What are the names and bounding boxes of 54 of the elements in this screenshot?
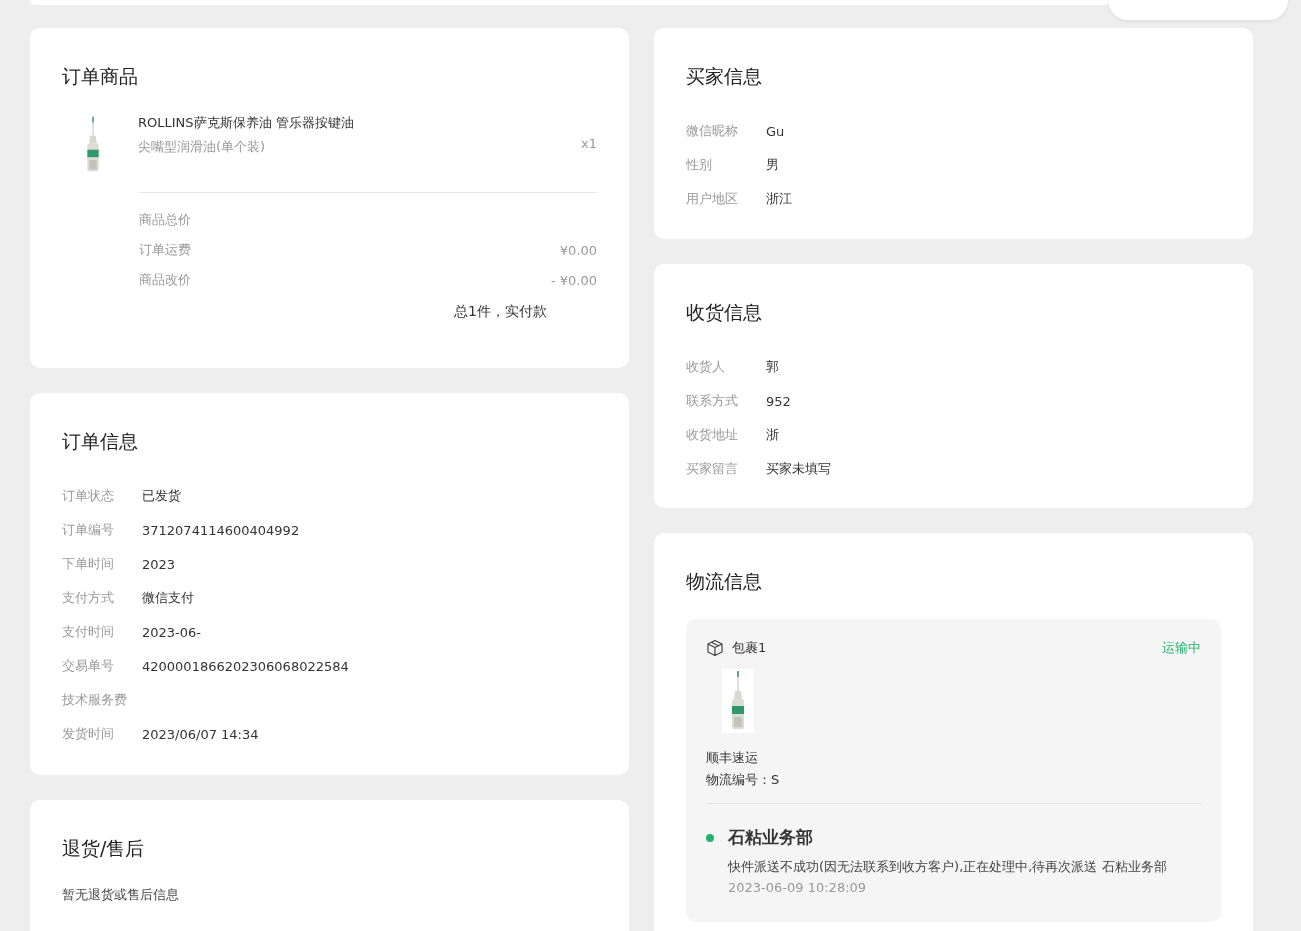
section-title: 买家信息 xyxy=(686,64,762,88)
section-title: 订单商品 xyxy=(62,64,138,88)
field-label: 支付时间 xyxy=(62,623,115,641)
field-label: 下单时间 xyxy=(62,555,115,573)
event-time: 2023-06-09 10:28:09 xyxy=(728,879,868,897)
empty-message: 暂无退货或售后信息 xyxy=(62,886,180,904)
product-variant: 尖嘴型润滑油(单个装) xyxy=(138,138,267,156)
box-icon xyxy=(706,639,724,657)
field-label: 买家留言 xyxy=(686,460,739,478)
field-value: 买家未填写 xyxy=(766,460,831,478)
quantity: x1 xyxy=(581,136,597,151)
field-value: 浙江 xyxy=(766,190,792,208)
carrier-name: 顺丰速运 xyxy=(706,749,759,767)
field-label: 技术服务费 xyxy=(62,691,128,709)
field-label: 收货人 xyxy=(686,358,726,376)
field-label: 订单状态 xyxy=(62,487,115,505)
field-label: 收货地址 xyxy=(686,426,739,444)
field-value: 952 xyxy=(766,393,791,409)
section-title: 物流信息 xyxy=(686,569,762,593)
field-label: 支付方式 xyxy=(62,589,115,607)
summary-value: ¥0.00 xyxy=(559,242,597,258)
summary-label: 订单运费 xyxy=(139,241,191,259)
field-value: 微信支付 xyxy=(142,589,194,607)
section-title: 退货/售后 xyxy=(62,836,145,860)
summary-label: 商品总价 xyxy=(139,211,191,229)
field-label: 用户地区 xyxy=(686,190,739,208)
event-description: 快件派送不成功(因无法联系到收方客户),正在处理中,待再次派送 石粘业务部 xyxy=(728,858,1167,876)
tracking-number: 物流编号：S xyxy=(706,771,781,789)
field-value: 郭 xyxy=(766,358,779,376)
field-value: 浙 xyxy=(766,426,779,444)
field-label: 发货时间 xyxy=(62,725,115,743)
field-value: Gu xyxy=(766,123,785,139)
field-value: 2023 xyxy=(142,556,176,572)
timeline-dot xyxy=(706,834,714,842)
shipping-status: 运输中 xyxy=(1162,639,1201,657)
field-label: 联系方式 xyxy=(686,392,739,410)
field-value: 2023/06/07 14:34 xyxy=(142,726,259,742)
product-name: ROLLINS萨克斯保养油 管乐器按键油 xyxy=(138,114,355,132)
summary-value: - ¥0.00 xyxy=(550,272,597,288)
field-label: 微信昵称 xyxy=(686,122,739,140)
package-name: 包裹1 xyxy=(732,639,767,657)
section-title: 收货信息 xyxy=(686,300,762,324)
field-label: 交易单号 xyxy=(62,657,115,675)
field-label: 订单编号 xyxy=(62,521,115,539)
field-value: 4200001866202306068022584 xyxy=(142,658,349,674)
total-label: 总1件，实付款 xyxy=(454,303,547,321)
field-value: 男 xyxy=(766,156,779,174)
summary-label: 商品改价 xyxy=(139,271,191,289)
field-value: 已发货 xyxy=(142,487,181,505)
section-title: 订单信息 xyxy=(62,429,138,453)
field-value: 3712074114600404992 xyxy=(142,522,300,538)
field-value: 2023-06- xyxy=(142,624,201,640)
field-label: 性别 xyxy=(686,156,713,174)
event-title: 石粘业务部 xyxy=(728,826,814,849)
